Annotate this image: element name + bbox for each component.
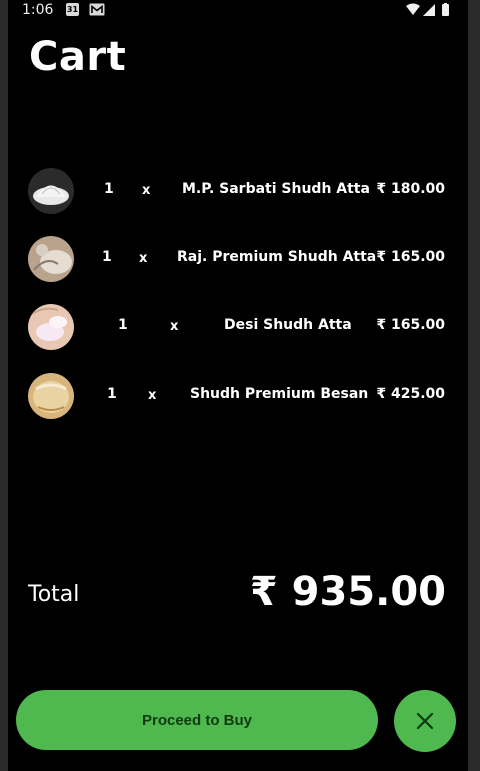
multiply-sign: x — [139, 251, 148, 266]
item-name: Shudh Premium Besan — [190, 386, 369, 402]
cart-item: 1 x Desi Shudh Atta ₹ 165.00 — [0, 304, 480, 354]
item-price: ₹ 180.00 — [376, 181, 445, 197]
status-bar: 1:06 31 — [0, 0, 480, 22]
item-name: Raj. Premium Shudh Atta — [177, 249, 377, 265]
status-icons — [406, 3, 449, 16]
item-price: ₹ 425.00 — [376, 386, 445, 402]
mail-icon — [89, 3, 105, 16]
battery-icon — [442, 4, 449, 16]
item-quantity: 1 — [102, 249, 112, 265]
wifi-icon — [406, 3, 420, 15]
cart-item: 1 x Shudh Premium Besan ₹ 425.00 — [0, 373, 480, 423]
calendar-icon: 31 — [66, 3, 79, 16]
product-image — [28, 304, 74, 350]
item-name: M.P. Sarbati Shudh Atta — [182, 181, 370, 197]
item-quantity: 1 — [107, 386, 117, 402]
close-button[interactable] — [394, 690, 456, 752]
item-quantity: 1 — [104, 181, 114, 197]
page-title: Cart — [29, 34, 127, 80]
multiply-sign: x — [142, 183, 151, 198]
item-price: ₹ 165.00 — [376, 249, 445, 265]
item-quantity: 1 — [118, 317, 128, 333]
product-image — [28, 236, 74, 282]
cart-item: 1 x Raj. Premium Shudh Atta ₹ 165.00 — [0, 236, 480, 286]
total-label: Total — [28, 582, 80, 607]
cart-item: 1 x M.P. Sarbati Shudh Atta ₹ 180.00 — [0, 168, 480, 218]
multiply-sign: x — [148, 388, 157, 403]
product-image — [28, 168, 74, 214]
product-image — [28, 373, 74, 419]
multiply-sign: x — [170, 319, 179, 334]
close-icon — [416, 712, 434, 730]
signal-icon — [423, 4, 435, 16]
proceed-to-buy-button[interactable]: Proceed to Buy — [16, 690, 378, 750]
item-name: Desi Shudh Atta — [224, 317, 352, 333]
status-time: 1:06 — [22, 2, 54, 18]
item-price: ₹ 165.00 — [376, 317, 445, 333]
total-amount: ₹ 935.00 — [249, 569, 446, 615]
